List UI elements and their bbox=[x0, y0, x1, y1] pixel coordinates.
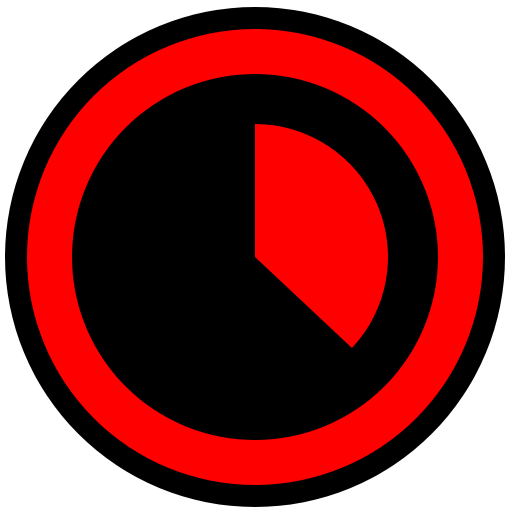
timer-icon[interactable] bbox=[0, 0, 512, 512]
app-icon-canvas bbox=[0, 0, 512, 512]
